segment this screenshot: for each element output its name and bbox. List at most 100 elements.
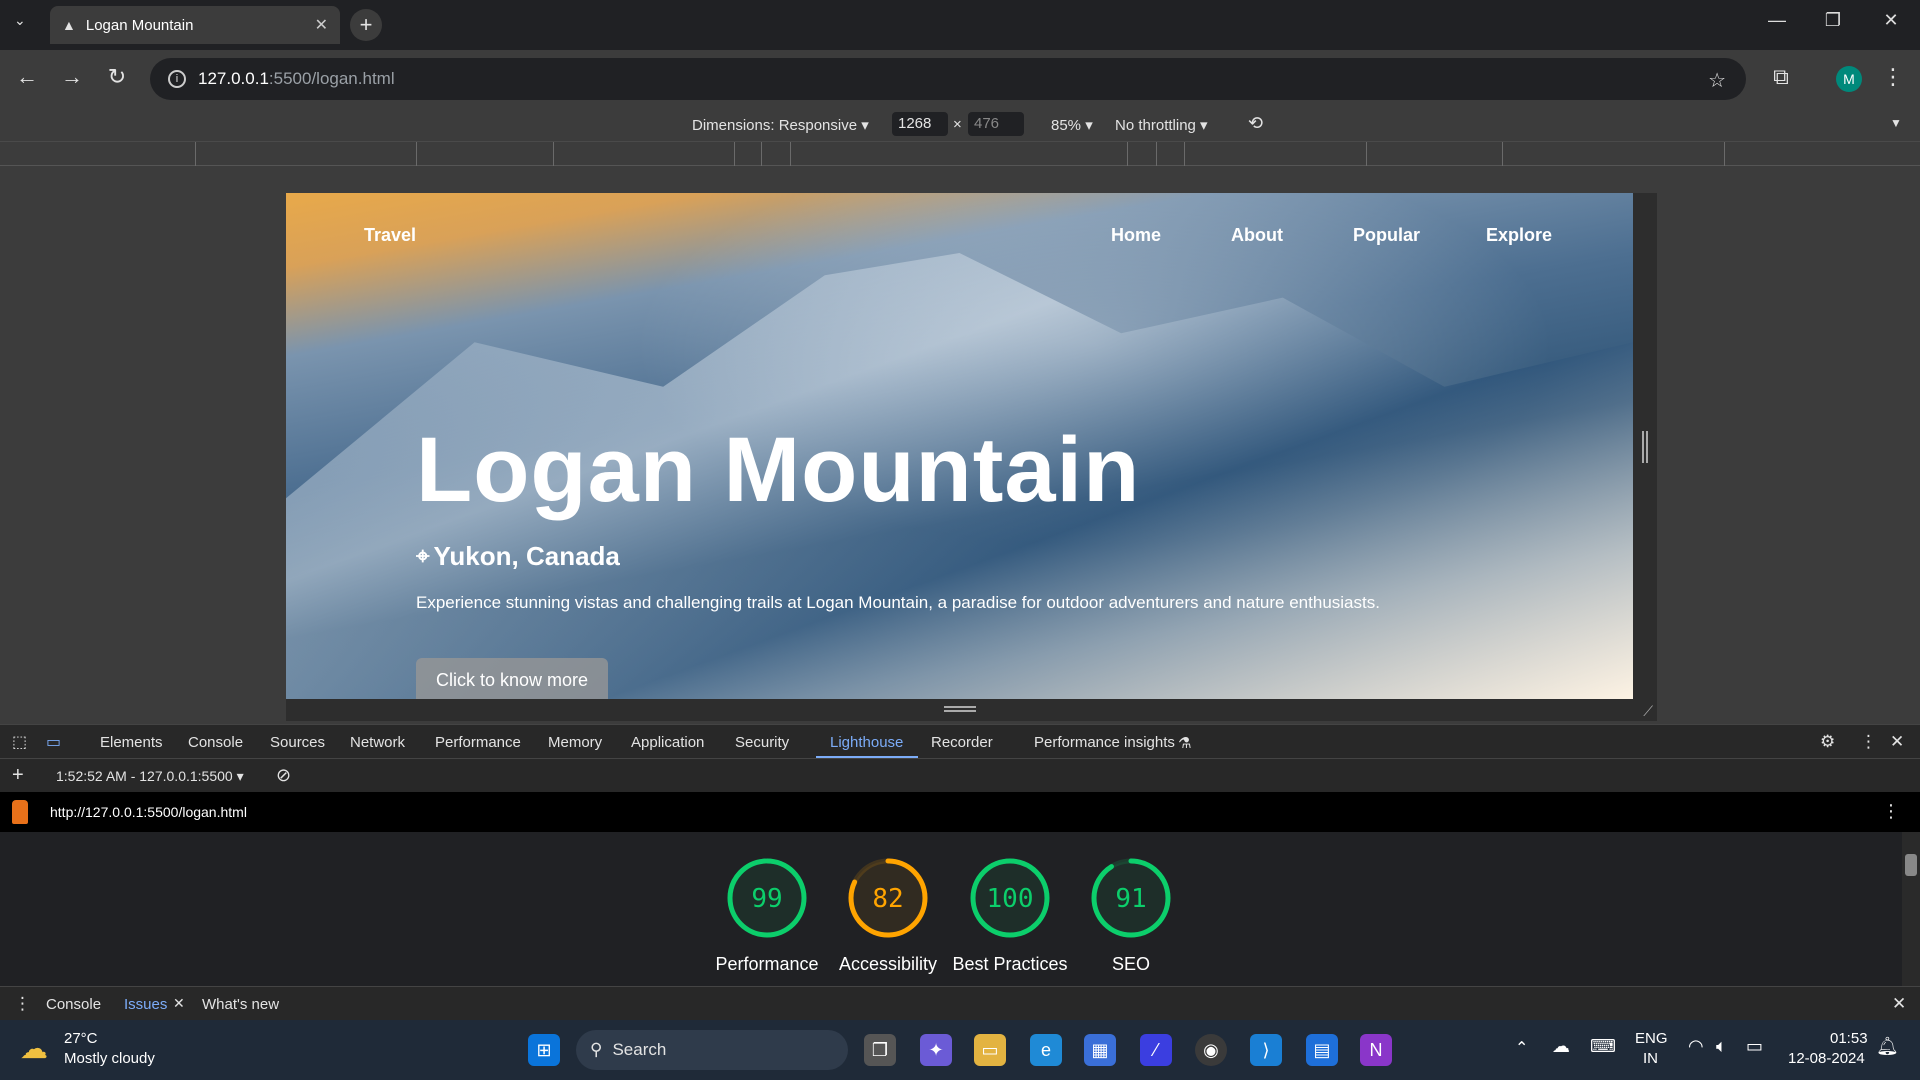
dimensions-dropdown[interactable]: Dimensions: Responsive ▾ <box>692 116 869 134</box>
report-selector[interactable]: 1:52:52 AM - 127.0.0.1:5500 ▾ <box>56 768 244 785</box>
new-tab-button[interactable]: + <box>350 9 382 41</box>
tab-recorder[interactable]: Recorder <box>931 734 993 751</box>
nav-explore[interactable]: Explore <box>1486 225 1552 246</box>
tab-performance-insights[interactable]: Performance insights <box>1034 734 1175 751</box>
drawer-menu-icon[interactable]: ⋮ <box>14 994 31 1014</box>
clock-time[interactable]: 01:53 <box>1830 1030 1868 1047</box>
onenote-icon[interactable]: N <box>1360 1034 1392 1066</box>
browser-tab[interactable]: ▲ Logan Mountain ✕ <box>50 6 340 44</box>
forward-icon[interactable]: → <box>57 64 87 90</box>
weather-icon[interactable]: ☁ <box>20 1032 48 1065</box>
nav-home[interactable]: Home <box>1111 225 1161 246</box>
device-toolbar: Dimensions: Responsive ▾ 1268 × 476 85% … <box>0 108 1920 142</box>
height-input[interactable]: 476 <box>968 112 1024 136</box>
weather-temp[interactable]: 27°C <box>64 1030 98 1047</box>
minimize-icon[interactable]: — <box>1762 10 1792 31</box>
notifications-bell-icon[interactable]: 🔔︎ <box>1876 1036 1899 1057</box>
report-scrollbar[interactable] <box>1902 832 1920 986</box>
battery-icon[interactable]: ▭ <box>1746 1036 1763 1057</box>
gauge-best-practices[interactable]: 100 Best Practices <box>950 856 1070 976</box>
close-devtools-icon[interactable]: ✕ <box>1890 732 1904 752</box>
region-code[interactable]: IN <box>1643 1050 1658 1067</box>
vscode-icon[interactable]: ⟩ <box>1250 1034 1282 1066</box>
resize-corner-icon[interactable]: ⟋ <box>1643 703 1653 720</box>
drawer-tab-console[interactable]: Console <box>46 996 101 1013</box>
copilot-icon[interactable]: ✦ <box>920 1034 952 1066</box>
app-icon[interactable]: ⁄ <box>1140 1034 1172 1066</box>
scrollbar-thumb[interactable] <box>1905 854 1917 876</box>
show-hidden-icons[interactable]: ⌃ <box>1515 1038 1528 1058</box>
location-text: Yukon, Canada <box>433 541 620 571</box>
tab-network[interactable]: Network <box>350 734 405 751</box>
lighthouse-toolbar: + 1:52:52 AM - 127.0.0.1:5500 ▾ ⊘ <box>0 758 1920 792</box>
close-tab-icon[interactable]: ✕ <box>315 15 328 35</box>
search-icon: ⚲ <box>590 1040 603 1059</box>
tab-search-icon[interactable]: ⌄ <box>14 12 26 29</box>
profile-avatar[interactable]: M <box>1836 66 1862 92</box>
reload-icon[interactable]: ↻ <box>102 64 132 90</box>
tab-lighthouse[interactable]: Lighthouse <box>830 734 903 751</box>
device-toggle-icon[interactable]: ▭ <box>46 732 61 752</box>
gauge-seo[interactable]: 91 SEO <box>1071 856 1191 976</box>
store-icon[interactable]: ▦ <box>1084 1034 1116 1066</box>
weather-desc[interactable]: Mostly cloudy <box>64 1050 155 1067</box>
drawer-tab-whats-new[interactable]: What's new <box>202 996 279 1013</box>
accessibility-label: Accessibility <box>838 954 938 974</box>
chrome-icon[interactable]: ◉ <box>1195 1034 1227 1066</box>
rotate-icon[interactable]: ⟲ <box>1248 113 1263 134</box>
keyboard-icon[interactable]: ⌨ <box>1590 1036 1616 1057</box>
calendar-icon[interactable]: ▤ <box>1306 1034 1338 1066</box>
restore-icon[interactable]: ❐ <box>1818 10 1848 31</box>
throttling-dropdown[interactable]: No throttling ▾ <box>1115 116 1208 134</box>
devtools-menu-icon[interactable]: ⋮ <box>1860 732 1877 752</box>
more-options-icon[interactable]: ▼ <box>1890 116 1902 130</box>
know-more-button[interactable]: Click to know more <box>416 658 608 699</box>
menu-kebab-icon[interactable]: ⋮ <box>1878 64 1908 90</box>
volume-icon[interactable]: 🔈︎ <box>1716 1036 1727 1057</box>
report-url[interactable]: http://127.0.0.1:5500/logan.html <box>50 804 247 820</box>
tab-security[interactable]: Security <box>735 734 789 751</box>
wifi-icon[interactable]: ◠ <box>1688 1036 1704 1057</box>
close-drawer-icon[interactable]: ✕ <box>1892 994 1906 1014</box>
clear-reports-icon[interactable]: ⊘ <box>276 765 291 786</box>
nav-about[interactable]: About <box>1231 225 1283 246</box>
edge-icon[interactable]: e <box>1030 1034 1062 1066</box>
bookmark-star-icon[interactable]: ☆ <box>1708 68 1726 93</box>
drawer-tab-issues[interactable]: Issues <box>124 996 167 1013</box>
site-info-icon[interactable]: i <box>168 70 186 88</box>
new-report-icon[interactable]: + <box>12 764 24 787</box>
inspect-element-icon[interactable]: ⬚ <box>12 732 27 752</box>
tab-memory[interactable]: Memory <box>548 734 602 751</box>
close-window-icon[interactable]: ✕ <box>1876 10 1906 31</box>
back-icon[interactable]: ← <box>12 64 42 90</box>
extensions-icon[interactable]: ⧉ <box>1766 64 1796 90</box>
resize-handle-right[interactable] <box>1633 193 1657 699</box>
zoom-dropdown[interactable]: 85% ▾ <box>1051 116 1093 134</box>
nav-popular[interactable]: Popular <box>1353 225 1420 246</box>
gauge-accessibility[interactable]: 82 Accessibility <box>828 856 948 976</box>
onedrive-icon[interactable]: ☁ <box>1552 1036 1570 1057</box>
tab-title: Logan Mountain <box>85 16 194 34</box>
gauge-performance[interactable]: 99 Performance <box>707 856 827 976</box>
report-menu-icon[interactable]: ⋮ <box>1882 801 1900 822</box>
tab-sources[interactable]: Sources <box>270 734 325 751</box>
tab-performance[interactable]: Performance <box>435 734 521 751</box>
taskbar-search[interactable]: ⚲ Search <box>576 1030 848 1070</box>
width-input[interactable]: 1268 <box>892 112 948 136</box>
close-issues-icon[interactable]: ✕ <box>173 995 185 1012</box>
address-bar[interactable]: i 127.0.0.1:5500/logan.html ☆ <box>150 58 1746 100</box>
start-icon[interactable]: ⊞ <box>528 1034 560 1066</box>
media-query-ruler <box>0 142 1920 166</box>
tab-elements[interactable]: Elements <box>100 734 163 751</box>
resize-handle-bottom[interactable]: ⟋ <box>286 699 1657 721</box>
site-brand[interactable]: Travel <box>364 225 416 246</box>
tab-console[interactable]: Console <box>188 734 243 751</box>
clock-date[interactable]: 12-08-2024 <box>1788 1050 1865 1067</box>
tab-application[interactable]: Application <box>631 734 704 751</box>
title-bar: ⌄ ▲ Logan Mountain ✕ + — ❐ ✕ <box>0 0 1920 50</box>
settings-gear-icon[interactable]: ⚙ <box>1820 732 1835 752</box>
file-explorer-icon[interactable]: ▭ <box>974 1034 1006 1066</box>
task-view-icon[interactable]: ❐ <box>864 1034 896 1066</box>
hero-section: Travel Home About Popular Explore Logan … <box>286 193 1633 699</box>
language-code[interactable]: ENG <box>1635 1030 1668 1047</box>
